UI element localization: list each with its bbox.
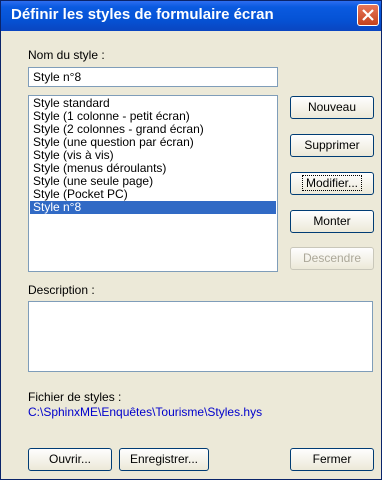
fermer-label: Fermer	[312, 452, 352, 466]
description-label: Description :	[28, 283, 95, 297]
supprimer-label: Supprimer	[304, 138, 360, 152]
title-bar[interactable]: Définir les styles de formulaire écran	[1, 1, 381, 31]
descendre-button[interactable]: Descendre	[290, 247, 374, 270]
monter-label: Monter	[313, 214, 351, 228]
description-textarea[interactable]	[28, 301, 373, 372]
list-item-selected[interactable]: Style n°8	[30, 201, 276, 214]
close-button[interactable]	[357, 4, 379, 26]
nouveau-label: Nouveau	[307, 100, 357, 114]
window-title: Définir les styles de formulaire écran	[11, 6, 274, 23]
modifier-label: Modifier...	[301, 175, 363, 191]
dialog-window: Définir les styles de formulaire écran N…	[0, 0, 382, 480]
monter-button[interactable]: Monter	[290, 210, 374, 233]
styles-file-label: Fichier de styles :	[28, 390, 122, 404]
ouvrir-label: Ouvrir...	[48, 452, 91, 466]
ouvrir-button[interactable]: Ouvrir...	[28, 448, 112, 471]
enregistrer-label: Enregistrer...	[129, 452, 199, 466]
modifier-button[interactable]: Modifier...	[290, 172, 374, 195]
close-icon	[362, 9, 374, 21]
enregistrer-button[interactable]: Enregistrer...	[119, 448, 209, 471]
supprimer-button[interactable]: Supprimer	[290, 134, 374, 157]
descendre-label: Descendre	[302, 251, 362, 265]
styles-file-path[interactable]: C:\SphinxME\Enquêtes\Tourisme\Styles.hys	[28, 405, 262, 419]
styles-listbox[interactable]: Style standard Style (1 colonne - petit …	[28, 95, 278, 272]
fermer-button[interactable]: Fermer	[290, 448, 374, 471]
style-name-input[interactable]: Style n°8	[28, 67, 278, 87]
style-name-label: Nom du style :	[28, 48, 105, 62]
nouveau-button[interactable]: Nouveau	[290, 96, 374, 119]
